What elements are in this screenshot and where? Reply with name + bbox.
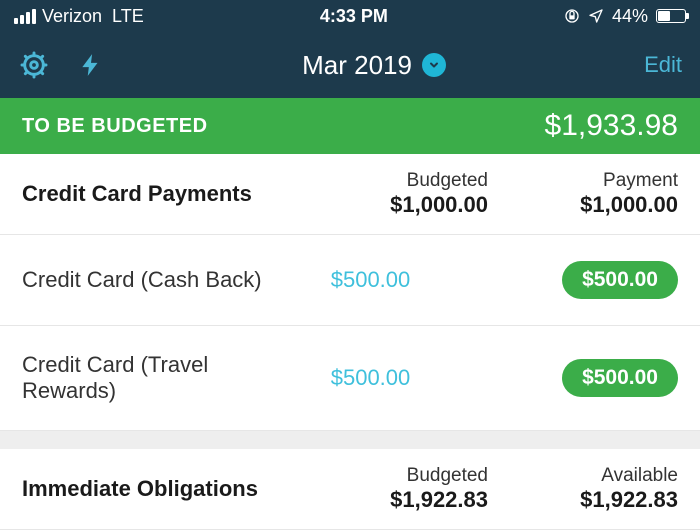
col-budgeted-label: Budgeted [338, 170, 488, 192]
edit-button[interactable]: Edit [644, 52, 682, 78]
col-available-label: Available [528, 465, 678, 487]
category-name: Credit Card (Travel Rewards) [22, 352, 268, 404]
category-row[interactable]: Credit Card (Travel Rewards) $500.00 $50… [0, 326, 700, 431]
clock: 4:33 PM [320, 6, 388, 27]
tbb-label: TO BE BUDGETED [22, 115, 208, 138]
location-icon [588, 8, 604, 24]
month-label: Mar 2019 [302, 50, 412, 81]
category-row[interactable]: Credit Card (Cash Back) $500.00 $500.00 [0, 235, 700, 326]
quick-budget-icon[interactable] [78, 49, 104, 81]
category-available-pill[interactable]: $500.00 [562, 261, 678, 299]
category-budgeted[interactable]: $500.00 [268, 365, 473, 391]
section-gap [0, 431, 700, 449]
chevron-down-icon [422, 53, 446, 77]
col-budgeted-value: $1,000.00 [338, 192, 488, 218]
col-payment-value: $1,000.00 [528, 192, 678, 218]
nav-bar: Mar 2019 Edit [0, 32, 700, 98]
lock-icon [564, 8, 580, 24]
to-be-budgeted-bar[interactable]: TO BE BUDGETED $1,933.98 [0, 98, 700, 154]
battery-icon [656, 9, 686, 23]
col-available-value: $1,922.83 [528, 487, 678, 513]
category-budgeted[interactable]: $500.00 [268, 267, 473, 293]
battery-pct: 44% [612, 6, 648, 27]
status-right: 44% [564, 6, 686, 27]
status-left: Verizon LTE [14, 6, 144, 27]
group-header-credit-card-payments[interactable]: Credit Card Payments Budgeted $1,000.00 … [0, 154, 700, 235]
status-bar: Verizon LTE 4:33 PM 44% [0, 0, 700, 32]
month-selector[interactable]: Mar 2019 [302, 50, 446, 81]
group-header-immediate-obligations[interactable]: Immediate Obligations Budgeted $1,922.83… [0, 449, 700, 530]
network-label: LTE [112, 6, 144, 27]
col-budgeted-value: $1,922.83 [338, 487, 488, 513]
category-available-pill[interactable]: $500.00 [562, 359, 678, 397]
group-name: Credit Card Payments [22, 181, 252, 207]
tbb-amount: $1,933.98 [545, 109, 678, 143]
category-name: Credit Card (Cash Back) [22, 267, 268, 293]
group-name: Immediate Obligations [22, 476, 258, 502]
carrier-label: Verizon [42, 6, 102, 27]
settings-icon[interactable] [18, 49, 50, 81]
col-budgeted-label: Budgeted [338, 465, 488, 487]
col-payment-label: Payment [528, 170, 678, 192]
signal-icon [14, 9, 36, 24]
